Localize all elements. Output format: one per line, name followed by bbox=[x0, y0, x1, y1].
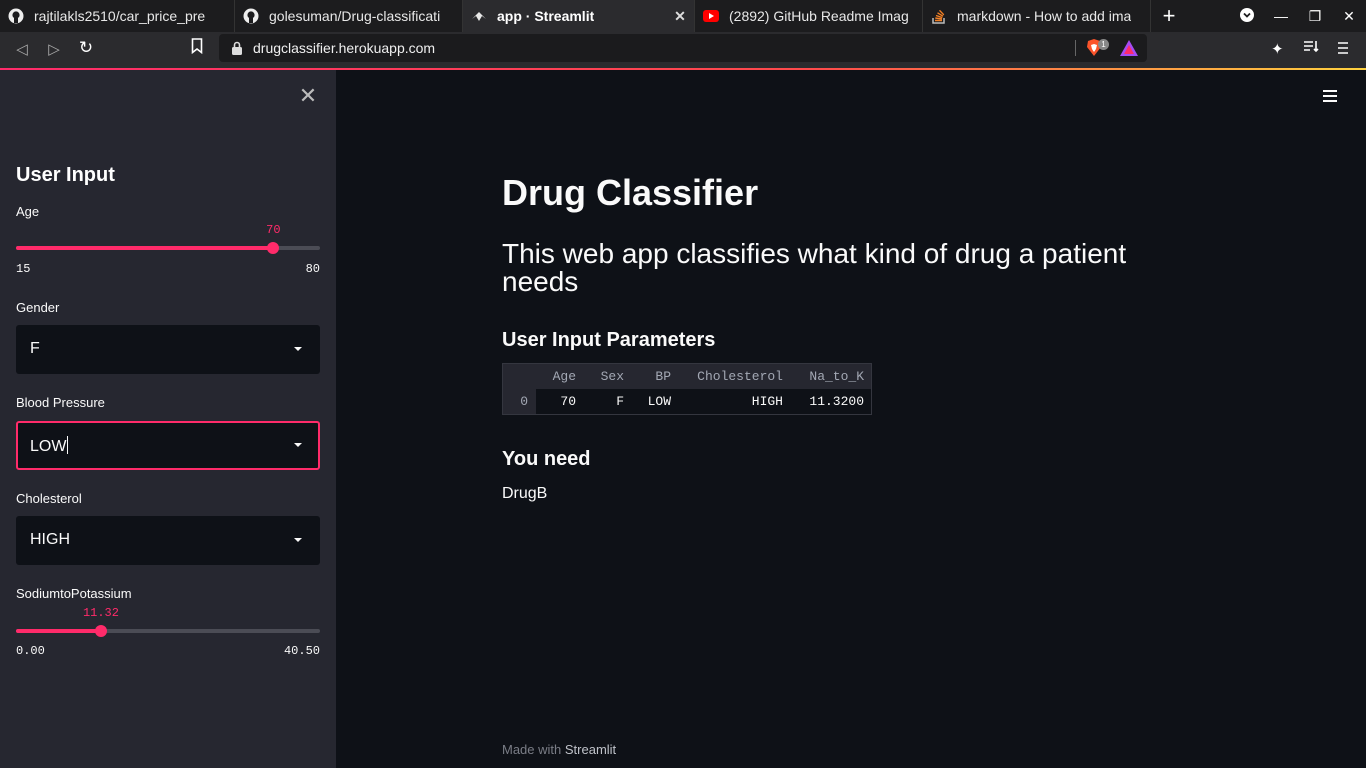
chevron-down-icon bbox=[294, 538, 302, 542]
blood-pressure-label: Blood Pressure bbox=[16, 395, 105, 410]
column-header-sex: Sex bbox=[600, 369, 624, 384]
na-to-k-slider[interactable] bbox=[16, 625, 320, 637]
close-sidebar-icon[interactable]: ✕ bbox=[298, 85, 318, 107]
table-cell-na-to-k: 11.3200 bbox=[809, 394, 864, 409]
browser-tab-5[interactable]: markdown - How to add ima bbox=[923, 0, 1151, 32]
na-to-k-slider-min: 0.00 bbox=[16, 644, 45, 658]
blood-pressure-select-text: LOW bbox=[30, 436, 69, 456]
streamlit-link[interactable]: Streamlit bbox=[565, 742, 616, 757]
gender-label: Gender bbox=[16, 300, 60, 315]
cholesterol-label: Cholesterol bbox=[16, 491, 82, 506]
blood-pressure-select[interactable]: LOW bbox=[16, 421, 320, 470]
chevron-down-icon bbox=[294, 443, 302, 447]
na-to-k-slider-thumb[interactable] bbox=[94, 625, 107, 637]
close-window-icon[interactable]: ✕ bbox=[1332, 8, 1366, 25]
column-header-age: Age bbox=[552, 369, 576, 384]
brave-shields-icon[interactable]: 1 bbox=[1086, 39, 1110, 57]
github-icon bbox=[8, 8, 24, 24]
na-to-k-slider-fill bbox=[16, 629, 101, 633]
footer: Made with Streamlit bbox=[502, 742, 616, 757]
bookmark-icon[interactable] bbox=[187, 38, 207, 58]
back-icon[interactable]: ◁ bbox=[12, 40, 32, 60]
na-to-k-slider-max: 40.50 bbox=[283, 644, 320, 658]
browser-menu-icon[interactable] bbox=[1337, 41, 1351, 55]
forward-icon[interactable]: ▷ bbox=[44, 40, 64, 60]
column-header-na-to-k: Na_to_K bbox=[809, 369, 864, 384]
gender-select-value: F bbox=[30, 340, 40, 357]
lock-icon bbox=[232, 41, 242, 55]
shields-count-badge: 1 bbox=[1098, 39, 1109, 50]
gender-select[interactable]: F bbox=[16, 325, 320, 374]
table-cell-bp: LOW bbox=[647, 394, 671, 409]
result-heading: You need bbox=[502, 448, 591, 470]
url-separator bbox=[1075, 40, 1076, 56]
table-cell-age: 70 bbox=[560, 394, 576, 409]
browser-tab-4[interactable]: (2892) GitHub Readme Imag bbox=[695, 0, 923, 32]
na-to-k-label: SodiumtoPotassium bbox=[16, 586, 132, 601]
blood-pressure-select-value: LOW bbox=[30, 438, 67, 455]
main-content bbox=[336, 70, 1366, 768]
table-cell-sex: F bbox=[616, 394, 624, 409]
streamlit-icon bbox=[471, 8, 487, 24]
column-header-bp: BP bbox=[655, 369, 671, 384]
reload-icon[interactable]: ↻ bbox=[76, 38, 96, 58]
age-slider-fill bbox=[16, 246, 274, 250]
brave-rewards-icon[interactable] bbox=[1120, 40, 1138, 56]
table-cell-cholesterol: HIGH bbox=[751, 394, 783, 409]
age-slider-max: 80 bbox=[305, 262, 320, 276]
new-tab-button[interactable]: + bbox=[1151, 0, 1187, 32]
maximize-icon[interactable]: ❐ bbox=[1298, 8, 1332, 25]
window-controls: — ❐ ✕ bbox=[1230, 0, 1366, 32]
age-slider-value: 70 bbox=[266, 223, 281, 237]
column-header-cholesterol: Cholesterol bbox=[697, 369, 783, 384]
params-heading: User Input Parameters bbox=[502, 329, 716, 351]
na-to-k-slider-value: 11.32 bbox=[82, 606, 119, 620]
browser-tab-streamlit[interactable]: app · Streamlit ✕ bbox=[463, 0, 695, 32]
page-subtitle: This web app classifies what kind of dru… bbox=[502, 238, 1127, 297]
age-slider[interactable] bbox=[16, 242, 320, 254]
age-label: Age bbox=[16, 204, 40, 219]
close-tab-icon[interactable]: ✕ bbox=[672, 8, 688, 24]
minimize-icon[interactable]: — bbox=[1264, 8, 1298, 24]
stackoverflow-icon bbox=[931, 8, 947, 24]
row-index: 0 bbox=[520, 394, 528, 409]
prediction-result: DrugB bbox=[502, 485, 548, 502]
extensions-icon[interactable]: ✦ bbox=[1271, 40, 1289, 58]
text-cursor bbox=[67, 436, 69, 454]
footer-prefix: Made with bbox=[502, 742, 562, 757]
user-input-table[interactable]: Age Sex BP Cholesterol Na_to_K 0 70 F LO… bbox=[502, 363, 872, 415]
sidebar-title: User Input bbox=[16, 164, 115, 186]
cholesterol-select-value: HIGH bbox=[30, 531, 70, 548]
browser-tab-1[interactable]: rajtilakls2510/car_price_pre bbox=[0, 0, 235, 32]
browser-tab-bar: rajtilakls2510/car_price_pre golesuman/D… bbox=[0, 0, 1366, 32]
browser-tab-2[interactable]: golesuman/Drug-classificati bbox=[235, 0, 463, 32]
app-menu-icon[interactable] bbox=[1323, 90, 1337, 102]
age-slider-min: 15 bbox=[16, 262, 31, 276]
url-text: drugclassifier.herokuapp.com bbox=[253, 40, 436, 56]
youtube-icon bbox=[703, 8, 719, 24]
reading-list-icon[interactable] bbox=[1303, 40, 1321, 58]
chevron-down-icon bbox=[294, 347, 302, 351]
cholesterol-select[interactable]: HIGH bbox=[16, 516, 320, 565]
page-title: Drug Classifier bbox=[502, 172, 759, 213]
tab-search-icon[interactable] bbox=[1230, 7, 1264, 25]
github-icon bbox=[243, 8, 259, 24]
